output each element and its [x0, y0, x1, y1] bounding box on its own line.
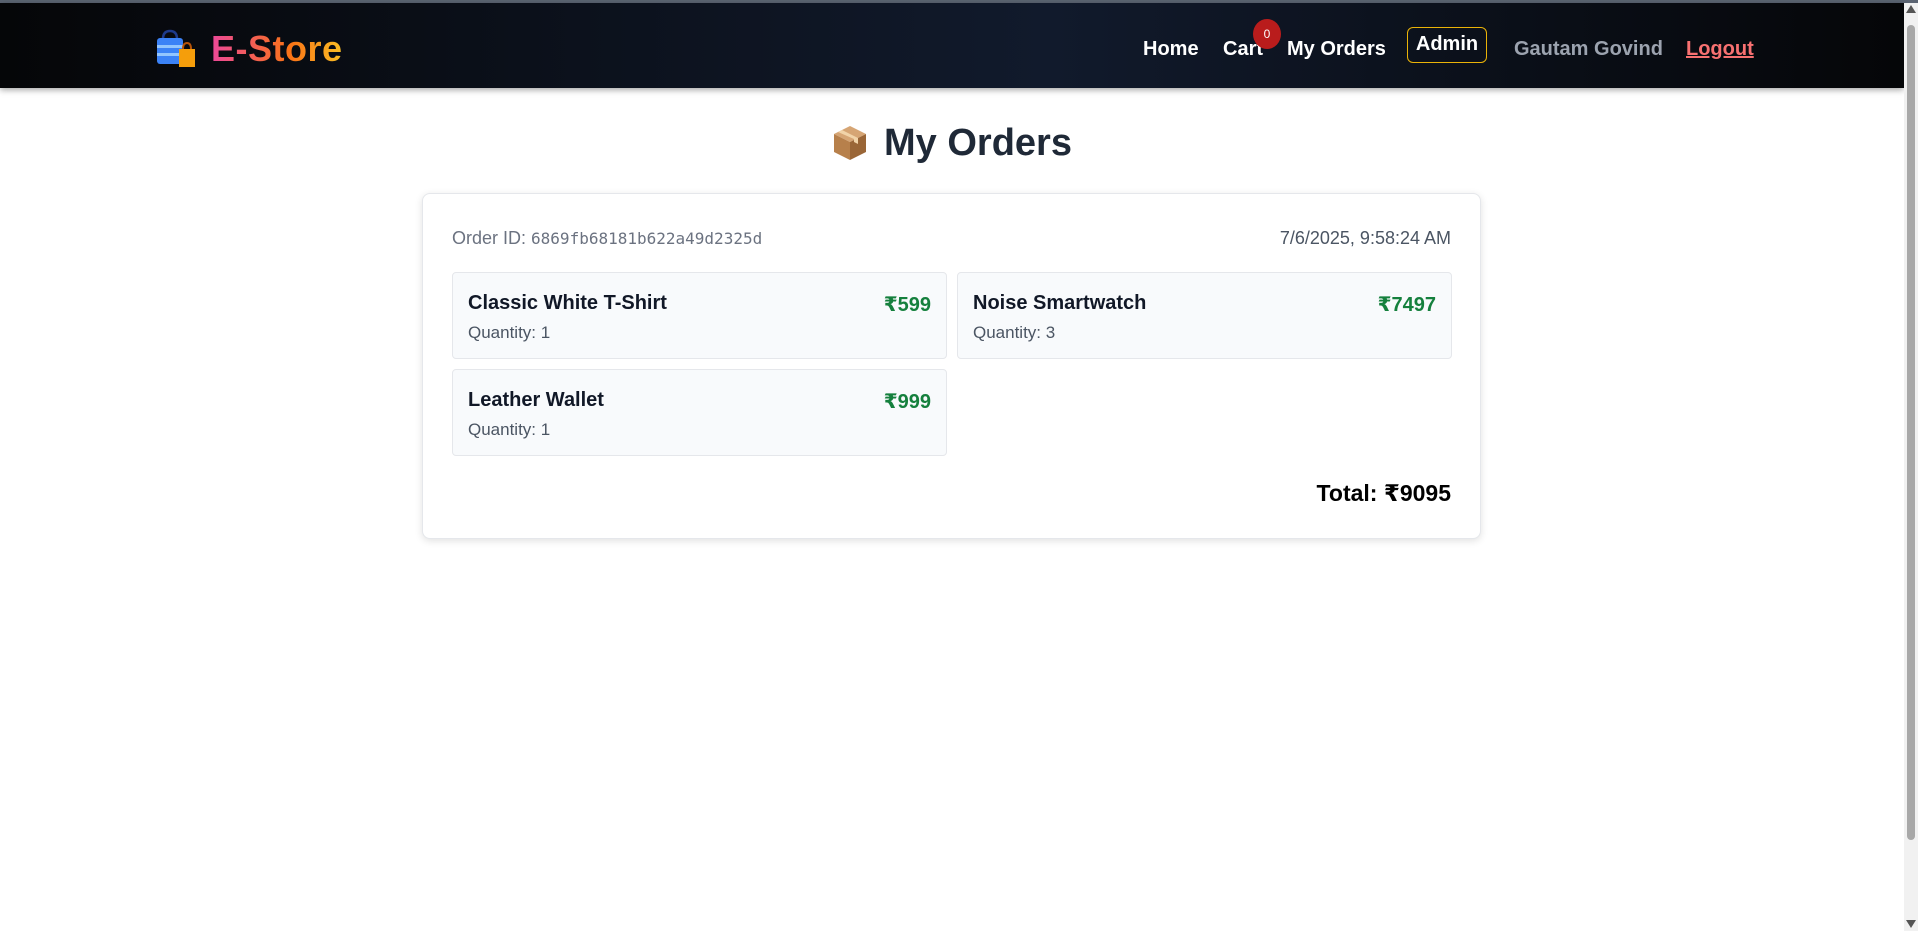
item-name: Noise Smartwatch: [973, 292, 1147, 314]
package-icon: [832, 124, 868, 162]
scrollbar-thumb[interactable]: [1907, 25, 1915, 840]
brand-logo[interactable]: E-Store: [155, 28, 343, 69]
navbar: E-Store Home Cart 0 My Orders Admin Gaut…: [0, 3, 1904, 88]
order-id-label: Order ID:: [452, 228, 527, 248]
logout-link[interactable]: Logout: [1686, 37, 1754, 61]
order-date: 7/6/2025, 9:58:24 AM: [1279, 228, 1451, 248]
page-header: My Orders: [0, 118, 1904, 168]
order-item: Classic White T-Shirt ₹599 Quantity: 1: [452, 272, 947, 359]
scroll-up-arrow-icon[interactable]: [1906, 5, 1916, 13]
admin-button[interactable]: Admin: [1407, 27, 1487, 63]
item-price: ₹7497: [1377, 294, 1436, 316]
order-item: Noise Smartwatch ₹7497 Quantity: 3: [957, 272, 1452, 359]
order-card: Order ID: 6869fb68181b622a49d2325d 7/6/2…: [422, 193, 1481, 539]
cart-count-badge: 0: [1253, 19, 1281, 49]
shopping-bag-icon: [155, 29, 197, 69]
item-name: Leather Wallet: [468, 389, 604, 411]
item-price: ₹999: [883, 391, 931, 413]
nav-home-link[interactable]: Home: [1143, 37, 1199, 61]
brand-name: E-Store: [211, 28, 343, 69]
item-price: ₹599: [883, 294, 931, 316]
order-item: Leather Wallet ₹999 Quantity: 1: [452, 369, 947, 456]
item-quantity: Quantity: 1: [468, 420, 551, 439]
item-quantity: Quantity: 3: [973, 323, 1056, 342]
item-quantity: Quantity: 1: [468, 323, 551, 342]
page-title: My Orders: [884, 121, 1072, 164]
nav-my-orders-link[interactable]: My Orders: [1287, 37, 1386, 61]
order-id-value: 6869fb68181b622a49d2325d: [531, 229, 763, 248]
scroll-down-arrow-icon[interactable]: [1906, 920, 1916, 928]
order-total: Total: ₹9095: [1316, 480, 1451, 506]
user-name: Gautam Govind: [1514, 38, 1663, 60]
vertical-scrollbar[interactable]: [1904, 3, 1918, 931]
item-name: Classic White T-Shirt: [468, 292, 667, 314]
order-id: Order ID: 6869fb68181b622a49d2325d: [452, 228, 762, 249]
nav-cart[interactable]: Cart 0: [1223, 19, 1281, 61]
